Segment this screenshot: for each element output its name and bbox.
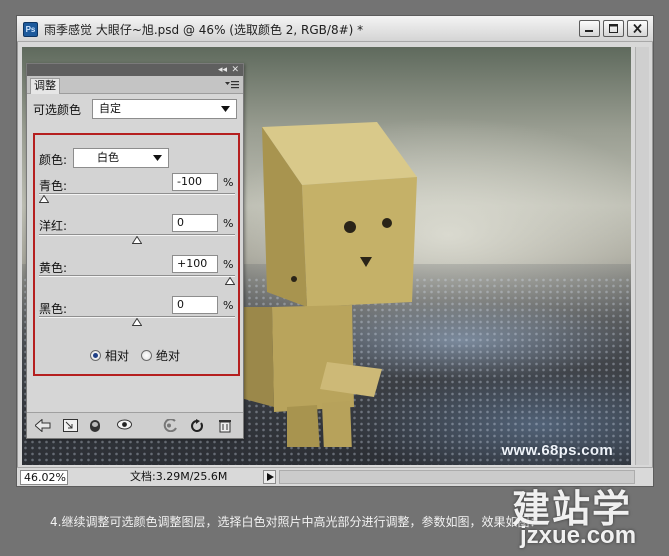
minimize-button[interactable]: [579, 20, 600, 37]
magenta-unit: %: [223, 217, 234, 230]
site-watermark: 建站学 jzxue.com: [512, 478, 662, 552]
panel-tab-bar: 调整: [27, 76, 243, 94]
relative-radio[interactable]: [90, 350, 101, 361]
colors-dropdown[interactable]: 白色: [73, 148, 169, 168]
selective-color-title: 可选颜色: [33, 103, 82, 117]
close-icon: [633, 24, 642, 33]
title-bar[interactable]: Ps 雨季感觉 大眼仔~旭.psd @ 46% (选取颜色 2, RGB/8#)…: [17, 16, 653, 42]
cyan-unit: %: [223, 176, 234, 189]
image-watermark: www.68ps.com: [501, 442, 613, 459]
black-label: 黑色:: [39, 302, 68, 316]
panel-menu-icon[interactable]: [225, 80, 239, 89]
clip-to-layer-icon[interactable]: [89, 419, 101, 433]
maximize-button[interactable]: [603, 20, 624, 37]
cyan-label: 青色:: [39, 179, 68, 193]
adjustments-panel: ◂◂ ✕ 调整 可选颜色 自定 颜色: 白色 青色: -100 % 洋红: 0 …: [26, 63, 244, 439]
trash-icon[interactable]: [219, 419, 231, 433]
danboard-figure-image: [232, 122, 417, 447]
yellow-input[interactable]: +100: [172, 255, 218, 273]
cyan-input[interactable]: -100: [172, 173, 218, 191]
preset-value: 自定: [99, 102, 121, 115]
document-size-info: 文档:3.29M/25.6M: [130, 470, 228, 483]
cyan-slider-thumb[interactable]: [39, 195, 49, 203]
visibility-eye-icon[interactable]: [117, 419, 132, 430]
close-button[interactable]: [627, 20, 648, 37]
absolute-label[interactable]: 绝对: [156, 347, 180, 364]
window-title: 雨季感觉 大眼仔~旭.psd @ 46% (选取颜色 2, RGB/8#) *: [44, 23, 364, 37]
absolute-radio[interactable]: [141, 350, 153, 361]
cyan-slider-track[interactable]: [39, 193, 235, 195]
expand-view-icon[interactable]: [63, 419, 78, 432]
panel-bottom-toolbar: [27, 412, 243, 438]
reset-icon[interactable]: [190, 419, 204, 433]
yellow-slider-thumb[interactable]: [225, 277, 235, 285]
maximize-icon: [609, 24, 618, 33]
collapse-panel-icon[interactable]: ◂◂: [218, 65, 227, 75]
method-radio-group: 相对 绝对: [90, 347, 192, 364]
yellow-slider-track[interactable]: [39, 275, 235, 277]
close-panel-icon[interactable]: ✕: [231, 65, 239, 75]
chevron-down-icon: [153, 155, 162, 161]
chevron-down-icon: [221, 106, 230, 112]
yellow-unit: %: [223, 258, 234, 271]
relative-label[interactable]: 相对: [105, 347, 129, 364]
tab-adjustments[interactable]: 调整: [30, 78, 60, 94]
black-unit: %: [223, 299, 234, 312]
window-controls: [579, 20, 648, 37]
selective-color-settings-highlight: 颜色: 白色 青色: -100 % 洋红: 0 % 黄色: +100 % 黑色:…: [33, 133, 240, 376]
view-previous-state-icon[interactable]: [163, 419, 179, 432]
zoom-level-field[interactable]: 46.02%: [20, 470, 68, 485]
preset-dropdown[interactable]: 自定: [92, 99, 237, 119]
magenta-slider-thumb[interactable]: [132, 236, 142, 244]
site-watermark-en: jzxue.com: [520, 522, 637, 549]
back-arrow-icon[interactable]: [35, 419, 51, 432]
minimize-icon: [585, 30, 593, 32]
colors-label: 颜色:: [39, 153, 68, 167]
colors-value: 白色: [97, 151, 119, 164]
black-slider-thumb[interactable]: [132, 318, 142, 326]
black-input[interactable]: 0: [172, 296, 218, 314]
triangle-right-icon: [267, 473, 274, 481]
vertical-scrollbar[interactable]: [635, 47, 649, 465]
magenta-input[interactable]: 0: [172, 214, 218, 232]
yellow-label: 黄色:: [39, 261, 68, 275]
magenta-label: 洋红:: [39, 219, 68, 233]
panel-header-bar[interactable]: ◂◂ ✕: [27, 64, 243, 76]
status-menu-button[interactable]: [263, 470, 276, 484]
tutorial-caption: 4.继续调整可选颜色调整图层，选择白色对照片中高光部分进行调整，参数如图，效果如…: [50, 515, 542, 529]
photoshop-app-icon: Ps: [23, 22, 38, 37]
